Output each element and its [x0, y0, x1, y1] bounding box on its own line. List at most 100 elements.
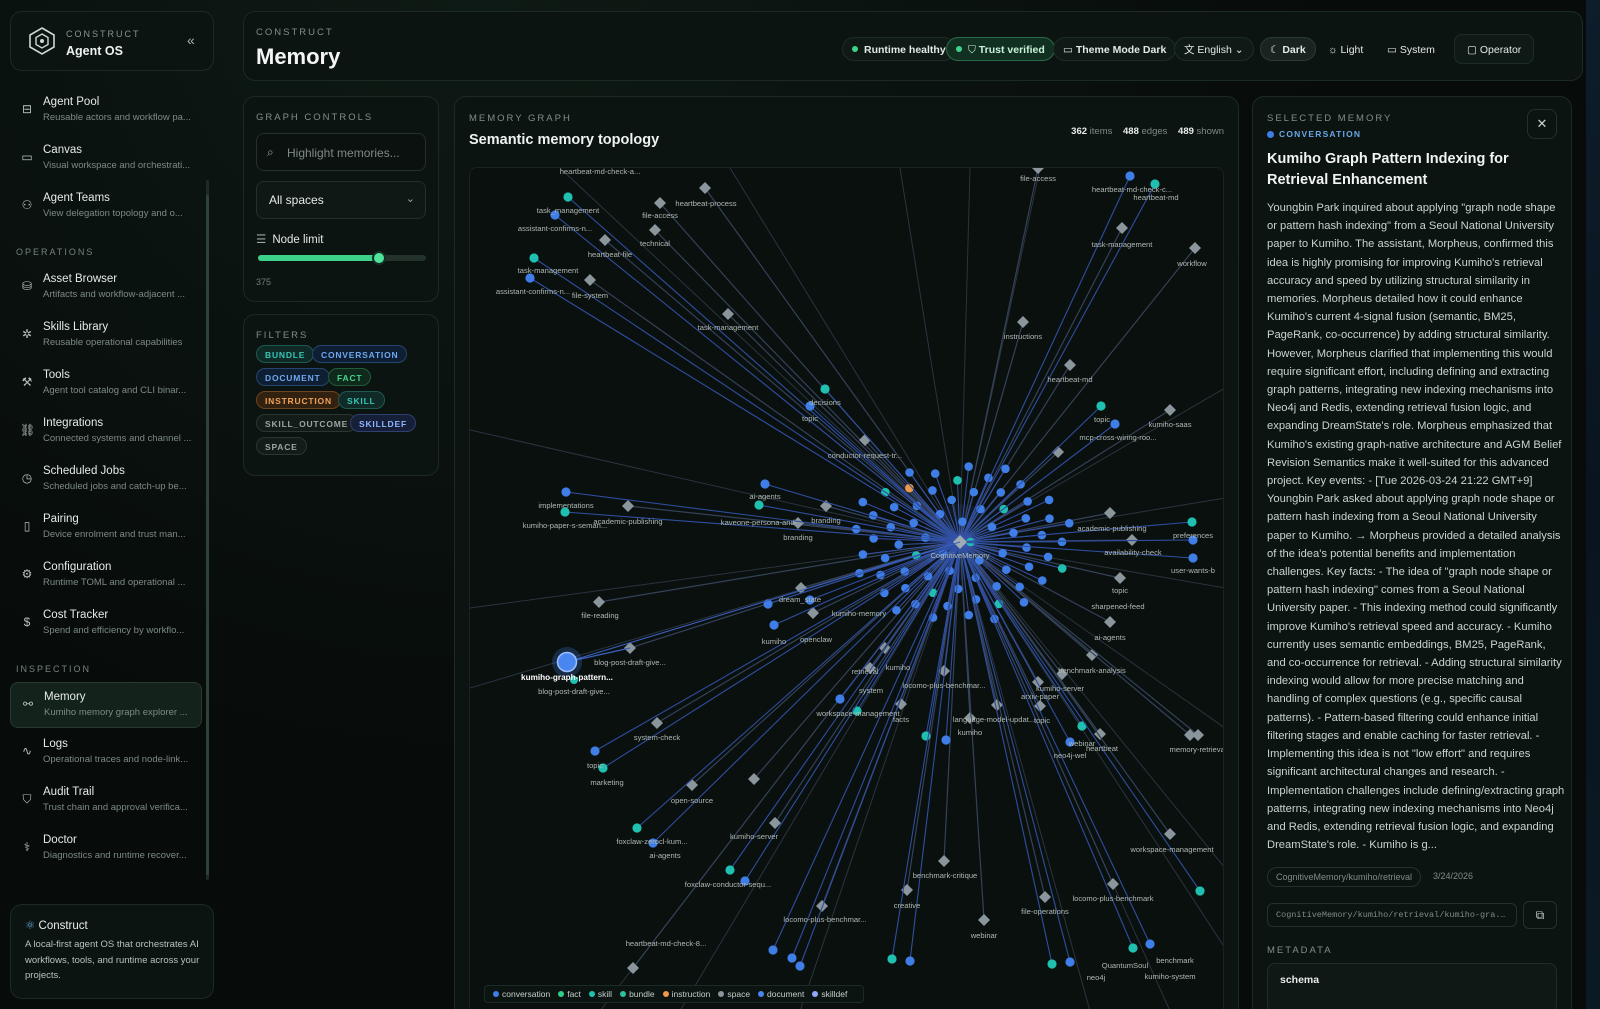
- node-label[interactable]: memory-retrieval: [1170, 745, 1224, 754]
- node-label[interactable]: kaveone-persona-and-: [721, 518, 798, 527]
- space-node[interactable]: [1104, 616, 1116, 628]
- memory-node[interactable]: [1043, 552, 1053, 562]
- space-node[interactable]: [807, 607, 819, 619]
- node-label[interactable]: kumiho-server: [730, 832, 779, 841]
- graph-canvas[interactable]: heartbeat-md-check-a... heartbeat-process…: [469, 167, 1224, 1009]
- node-label[interactable]: branding: [811, 516, 841, 525]
- node-label[interactable]: retrieval: [851, 667, 878, 676]
- sidebar-item-configuration[interactable]: ⚙ Configuration Runtime TOML and operation…: [10, 553, 202, 599]
- node-label[interactable]: technical: [640, 239, 670, 248]
- space-node[interactable]: [622, 500, 634, 512]
- highlight-search-box[interactable]: ⌕: [256, 133, 426, 171]
- sidebar-item-asset-browser[interactable]: ⛁ Asset Browser Artifacts and workflow-adj…: [10, 265, 202, 311]
- memory-node[interactable]: [1125, 171, 1135, 181]
- node-label[interactable]: ai-agents: [749, 492, 780, 501]
- node-label[interactable]: file-reading: [581, 611, 619, 620]
- node-label[interactable]: locomo-plus-benchmark: [1072, 894, 1153, 903]
- memory-node[interactable]: [894, 540, 904, 549]
- node-label[interactable]: topic: [802, 414, 818, 423]
- language-select[interactable]: 文 English ⌄: [1174, 37, 1254, 61]
- node-label[interactable]: kumiho: [886, 663, 910, 672]
- node-label[interactable]: topic: [1112, 586, 1128, 595]
- memory-node[interactable]: [858, 497, 868, 507]
- hub-node-label[interactable]: CognitiveMemory: [930, 551, 989, 560]
- memory-node[interactable]: [905, 468, 914, 477]
- node-label[interactable]: kumiho-system: [1144, 972, 1195, 981]
- space-node[interactable]: [816, 900, 828, 912]
- node-label[interactable]: QuantumSoul: [1102, 961, 1149, 970]
- node-label[interactable]: neo4j-wel: [1054, 751, 1087, 760]
- memory-node[interactable]: [1019, 598, 1029, 607]
- node-label[interactable]: kumiho-memory: [832, 609, 887, 618]
- node-label[interactable]: benchmark-critique: [913, 871, 978, 880]
- memory-node[interactable]: [887, 954, 897, 964]
- memory-node[interactable]: [1064, 518, 1074, 528]
- memory-node[interactable]: [1015, 582, 1024, 592]
- node-limit-slider-handle[interactable]: [371, 251, 386, 265]
- space-node[interactable]: [1114, 572, 1126, 584]
- node-label[interactable]: kumiho-server: [1036, 684, 1085, 693]
- memory-node[interactable]: [992, 582, 1001, 591]
- node-label[interactable]: preferences: [1173, 531, 1213, 540]
- memory-node[interactable]: [1145, 939, 1155, 949]
- node-label[interactable]: workspace-management: [815, 709, 900, 718]
- space-node[interactable]: [651, 717, 663, 729]
- node-label[interactable]: decisions: [809, 398, 841, 407]
- memory-node[interactable]: [930, 469, 940, 478]
- theme-system-button[interactable]: ▭ System: [1377, 37, 1445, 61]
- sidebar-item-pairing[interactable]: ▯ Pairing Device enrolment and trust man..…: [10, 505, 202, 551]
- memory-node[interactable]: [1128, 943, 1138, 953]
- node-label[interactable]: task-management: [698, 323, 760, 332]
- memory-node[interactable]: [1188, 553, 1198, 563]
- memory-node[interactable]: [787, 953, 797, 963]
- space-node[interactable]: [1189, 242, 1201, 254]
- node-label[interactable]: workflow: [1176, 259, 1207, 268]
- filter-chip-bundle[interactable]: BUNDLE: [256, 345, 315, 363]
- memory-node[interactable]: [1057, 564, 1067, 573]
- memory-node[interactable]: [1047, 959, 1057, 969]
- memory-node[interactable]: [1021, 513, 1031, 523]
- node-label[interactable]: task-management: [518, 266, 580, 275]
- selected-memory-node[interactable]: [556, 651, 578, 673]
- filter-chip-conversation[interactable]: CONVERSATION: [312, 345, 408, 363]
- sidebar-item-tools[interactable]: ⚒ Tools Agent tool catalog and CLI binar..…: [10, 361, 202, 407]
- node-label[interactable]: system: [859, 686, 883, 695]
- memory-node[interactable]: [768, 945, 778, 955]
- space-node[interactable]: [1164, 404, 1176, 416]
- node-label[interactable]: neo4j: [1087, 973, 1106, 982]
- memory-node[interactable]: [1195, 886, 1205, 896]
- node-label[interactable]: academic-publishing: [593, 517, 662, 526]
- selected-node-label[interactable]: kumiho-graph-pattern...: [521, 673, 613, 682]
- node-label[interactable]: benchmark-analysis: [1058, 666, 1126, 675]
- node-label[interactable]: system-check: [634, 733, 681, 742]
- sidebar-item-agent-teams[interactable]: ⚇ Agent Teams View delegation topology and…: [10, 184, 202, 230]
- node-label[interactable]: creative: [894, 901, 921, 910]
- node-label[interactable]: file-operations: [1021, 907, 1069, 916]
- sidebar-item-audit-trail[interactable]: ⛉ Audit Trail Trust chain and approval ver…: [10, 778, 202, 824]
- memory-node[interactable]: [529, 253, 539, 263]
- space-node[interactable]: [593, 596, 605, 608]
- memory-node[interactable]: [880, 553, 890, 563]
- trust-status-badge[interactable]: ⛉ Trust verified: [946, 37, 1055, 61]
- node-label[interactable]: ai-agents: [1094, 633, 1125, 642]
- node-label[interactable]: file-access: [642, 211, 678, 220]
- node-label[interactable]: heartbeat-md-check-8...: [626, 939, 707, 948]
- space-node[interactable]: [938, 855, 950, 867]
- memory-node[interactable]: [1096, 401, 1106, 411]
- node-label[interactable]: user-wants-b: [1171, 566, 1215, 575]
- filter-chip-skilldef[interactable]: SKILLDEF: [350, 414, 416, 432]
- node-label[interactable]: heartbeat: [1086, 744, 1119, 753]
- space-node[interactable]: [584, 274, 596, 286]
- memory-node[interactable]: [754, 500, 764, 510]
- sidebar-item-canvas[interactable]: ▭ Canvas Visual workspace and orchestrati.…: [10, 136, 202, 182]
- node-label[interactable]: assistant-confirms-n...: [518, 224, 592, 233]
- theme-mode-badge[interactable]: ▭ Theme Mode Dark: [1053, 37, 1177, 61]
- node-label[interactable]: conductor-request-tr...: [828, 451, 902, 460]
- node-label[interactable]: workspace-management: [1129, 845, 1214, 854]
- node-label[interactable]: implementations: [538, 501, 593, 510]
- memory-node[interactable]: [858, 550, 868, 559]
- node-label[interactable]: blog-post-draft-give...: [594, 658, 666, 667]
- node-label[interactable]: heartbeat-md: [1133, 193, 1178, 202]
- node-label[interactable]: sharpened-feed: [1091, 602, 1144, 611]
- memory-node[interactable]: [1065, 957, 1075, 967]
